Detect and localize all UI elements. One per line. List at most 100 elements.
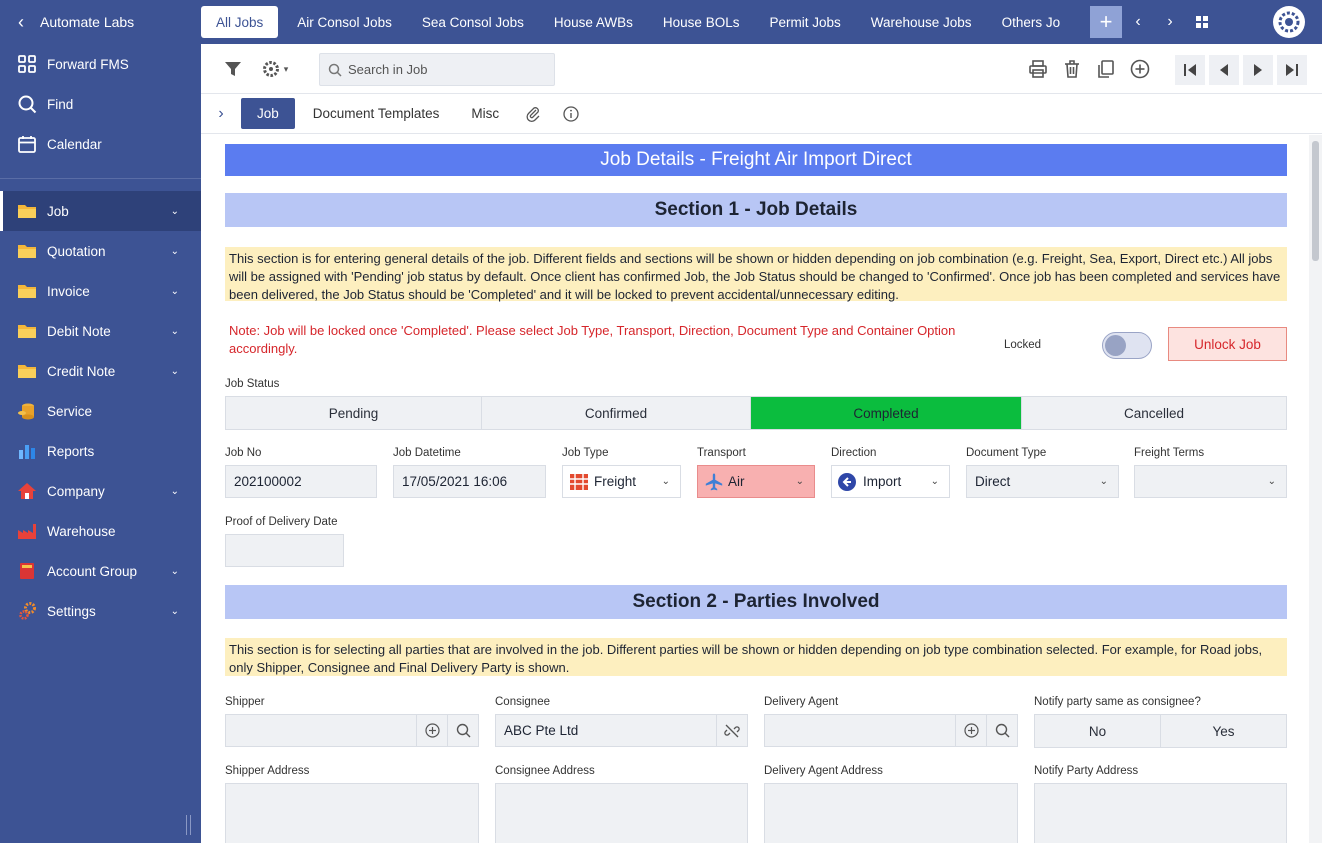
sidebar-item-invoice[interactable]: Invoice ⌄ xyxy=(0,271,201,311)
copy-button[interactable] xyxy=(1093,56,1119,82)
skip-last-icon xyxy=(1286,64,1298,76)
settings-dropdown-button[interactable]: ▾ xyxy=(255,56,295,82)
document-type-value: Direct xyxy=(975,474,1011,489)
delivery-agent-address-field[interactable] xyxy=(764,783,1018,843)
add-button[interactable] xyxy=(1127,56,1153,82)
next-record-button[interactable] xyxy=(1243,55,1273,85)
previous-record-button[interactable] xyxy=(1209,55,1239,85)
subtab-misc[interactable]: Misc xyxy=(455,98,515,129)
sidebar-item-quotation[interactable]: Quotation ⌄ xyxy=(0,231,201,271)
scrollbar-thumb[interactable] xyxy=(1312,141,1319,261)
tab-scroll-left-button[interactable]: ‹ xyxy=(1122,6,1154,38)
delete-button[interactable] xyxy=(1059,56,1085,82)
status-pending[interactable]: Pending xyxy=(226,397,482,429)
chevron-down-icon: ⌄ xyxy=(170,245,179,257)
delivery-agent-field[interactable] xyxy=(764,714,1018,747)
add-tab-button[interactable]: + xyxy=(1090,6,1122,38)
section-1-note: This section is for entering general det… xyxy=(225,247,1287,302)
document-type-select[interactable]: Direct ⌄ xyxy=(966,465,1119,498)
sidebar-item-settings[interactable]: Settings ⌄ xyxy=(0,591,201,631)
subtab-info[interactable] xyxy=(551,98,591,129)
folder-icon xyxy=(16,360,38,382)
search-input[interactable]: Search in Job xyxy=(319,53,555,86)
status-confirmed[interactable]: Confirmed xyxy=(482,397,751,429)
tab-grid-button[interactable] xyxy=(1186,6,1218,38)
notify-party-address-field[interactable] xyxy=(1034,783,1287,843)
chevron-down-icon: ⌄ xyxy=(170,325,179,337)
chevron-down-icon: ⌄ xyxy=(1267,476,1276,487)
add-shipper-button[interactable] xyxy=(416,715,447,746)
status-cancelled[interactable]: Cancelled xyxy=(1022,397,1286,429)
unlock-job-button[interactable]: Unlock Job xyxy=(1168,327,1287,361)
pod-date-field[interactable] xyxy=(225,534,344,567)
document-type-label: Document Type xyxy=(966,447,1047,459)
sidebar-item-forward-fms[interactable]: Forward FMS xyxy=(0,44,201,84)
tab-scroll-right-button[interactable]: › xyxy=(1154,6,1186,38)
settings-button[interactable] xyxy=(1273,6,1305,38)
job-datetime-field[interactable]: 17/05/2021 16:06 xyxy=(393,465,546,498)
tab-house-bols[interactable]: House BOLs xyxy=(648,6,755,38)
sidebar-item-warehouse[interactable]: Warehouse xyxy=(0,511,201,551)
locked-toggle[interactable] xyxy=(1102,332,1152,359)
chevron-down-icon: ⌄ xyxy=(170,285,179,297)
shipper-field[interactable] xyxy=(225,714,479,747)
unlink-consignee-button[interactable] xyxy=(716,715,747,746)
resize-handle[interactable] xyxy=(186,815,191,835)
status-completed[interactable]: Completed xyxy=(751,397,1022,429)
factory-icon xyxy=(16,520,38,542)
first-record-button[interactable] xyxy=(1175,55,1205,85)
chevron-right-icon: › xyxy=(1167,13,1173,30)
search-delivery-agent-button[interactable] xyxy=(986,715,1017,746)
tab-warehouse-jobs[interactable]: Warehouse Jobs xyxy=(856,6,987,38)
tab-others-jo[interactable]: Others Jo xyxy=(987,6,1076,38)
job-form: Job Details - Freight Air Import Direct … xyxy=(201,135,1309,843)
tab-permit-jobs[interactable]: Permit Jobs xyxy=(754,6,855,38)
consignee-address-field[interactable] xyxy=(495,783,748,843)
subtab-attachments[interactable] xyxy=(515,98,551,129)
notify-same-yes[interactable]: Yes xyxy=(1161,715,1286,747)
job-no-field[interactable]: 202100002 xyxy=(225,465,377,498)
tab-air-consol-jobs[interactable]: Air Consol Jobs xyxy=(282,6,407,38)
subtab-job[interactable]: Job xyxy=(241,98,295,129)
coins-icon xyxy=(16,400,38,422)
direction-select[interactable]: Import ⌄ xyxy=(831,465,950,498)
sidebar-item-calendar[interactable]: Calendar xyxy=(0,124,201,164)
sidebar-item-job[interactable]: Job ⌄ xyxy=(0,191,201,231)
content-scrollbar[interactable] xyxy=(1309,135,1322,843)
tab-all-jobs[interactable]: All Jobs xyxy=(201,6,279,38)
freight-terms-select[interactable]: ⌄ xyxy=(1134,465,1287,498)
sidebar-item-reports[interactable]: Reports xyxy=(0,431,201,471)
direction-label: Direction xyxy=(831,447,877,459)
sidebar-item-account-group[interactable]: Account Group ⌄ xyxy=(0,551,201,591)
apps-grid-icon xyxy=(1196,16,1208,28)
sidebar-item-label: Credit Note xyxy=(47,363,116,379)
caret-left-icon xyxy=(1220,64,1228,76)
subtab-document-templates[interactable]: Document Templates xyxy=(297,98,456,129)
filter-button[interactable] xyxy=(220,56,246,82)
job-type-select[interactable]: Freight ⌄ xyxy=(562,465,681,498)
sidebar-item-label: Service xyxy=(47,403,93,419)
notify-same-no[interactable]: No xyxy=(1035,715,1161,747)
expand-panel-button[interactable]: › xyxy=(201,105,241,123)
search-shipper-button[interactable] xyxy=(447,715,478,746)
tab-sea-consol-jobs[interactable]: Sea Consol Jobs xyxy=(407,6,539,38)
print-button[interactable] xyxy=(1025,56,1051,82)
sidebar-item-company[interactable]: Company ⌄ xyxy=(0,471,201,511)
org-switcher[interactable]: ‹ Automate Labs xyxy=(0,0,201,44)
sidebar-item-label: Calendar xyxy=(47,136,102,152)
sidebar-item-service[interactable]: Service xyxy=(0,391,201,431)
sidebar-item-debit-note[interactable]: Debit Note ⌄ xyxy=(0,311,201,351)
transport-select[interactable]: Air ⌄ xyxy=(697,465,815,498)
search-icon xyxy=(995,723,1009,738)
chevron-down-icon: ⌄ xyxy=(1099,476,1108,487)
sidebar-item-find[interactable]: Find xyxy=(0,84,201,124)
shipper-address-field[interactable] xyxy=(225,783,479,843)
sidebar-item-label: Debit Note xyxy=(47,323,111,339)
sidebar-item-label: Job xyxy=(47,203,69,219)
sidebar-item-credit-note[interactable]: Credit Note ⌄ xyxy=(0,351,201,391)
last-record-button[interactable] xyxy=(1277,55,1307,85)
consignee-field[interactable]: ABC Pte Ltd xyxy=(495,714,748,747)
notify-same-label: Notify party same as consignee? xyxy=(1034,696,1201,708)
tab-house-awbs[interactable]: House AWBs xyxy=(539,6,648,38)
add-delivery-agent-button[interactable] xyxy=(955,715,986,746)
